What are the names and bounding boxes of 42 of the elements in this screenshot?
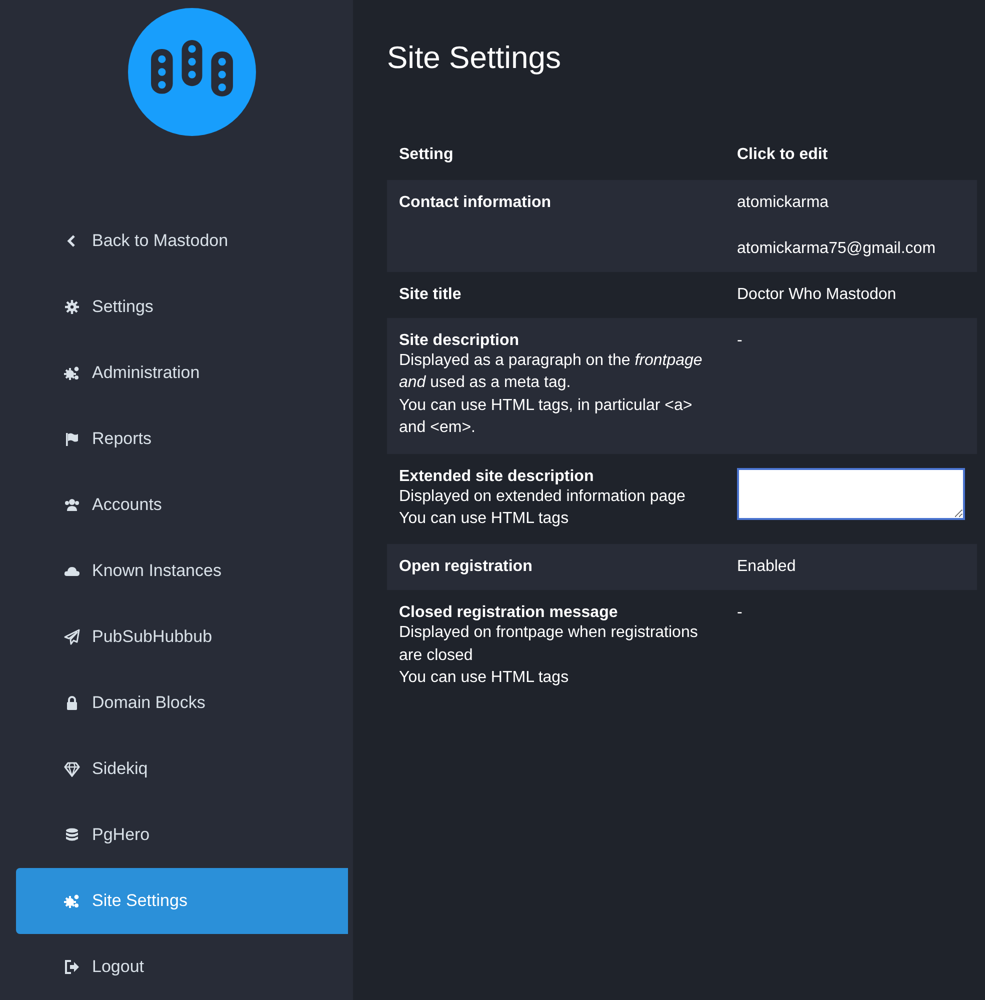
setting-label: Extended site description bbox=[399, 468, 595, 486]
setting-value[interactable]: atomickarma75@gmail.com bbox=[737, 240, 965, 258]
flag-icon bbox=[64, 431, 80, 447]
database-icon bbox=[64, 827, 80, 843]
setting-value[interactable]: - bbox=[737, 332, 965, 350]
setting-hint: You can use HTML tags, in particular <a> and <em>. bbox=[399, 396, 694, 438]
setting-label: Site description bbox=[399, 332, 520, 350]
sidebar-item[interactable]: Domain Blocks bbox=[16, 670, 348, 736]
sidebar-item[interactable]: Known Instances bbox=[16, 538, 348, 604]
sidebar-item[interactable]: Settings bbox=[16, 274, 348, 340]
users-icon bbox=[64, 497, 80, 513]
setting-label: Contact information bbox=[399, 194, 552, 212]
column-header: Click to edit bbox=[725, 130, 977, 180]
sidebar-item[interactable]: Logout bbox=[16, 934, 348, 1000]
column-header: Setting bbox=[387, 130, 725, 180]
setting-hint: Displayed as a paragraph on the frontpage and used as a meta tag. bbox=[399, 351, 704, 394]
setting-label: Site title bbox=[399, 286, 462, 304]
gears-icon bbox=[64, 365, 80, 381]
setting-hint: Displayed on frontpage when registrations are closed bbox=[399, 623, 699, 666]
page-title: Site Settings bbox=[387, 40, 562, 76]
lock-icon bbox=[64, 695, 80, 711]
setting-hint: You can use HTML tags bbox=[399, 668, 570, 688]
setting-hint: You can use HTML tags bbox=[399, 508, 570, 529]
setting-hint: Displayed on extended information page bbox=[399, 486, 686, 507]
gears-icon bbox=[64, 893, 80, 909]
setting-value[interactable]: Doctor Who Mastodon bbox=[737, 286, 965, 304]
sidebar-item[interactable]: Reports bbox=[16, 406, 348, 472]
setting-value[interactable]: - bbox=[737, 604, 965, 622]
diamond-icon bbox=[64, 761, 80, 777]
setting-value[interactable]: atomickarma bbox=[737, 194, 965, 240]
sidebar-item[interactable]: Accounts bbox=[16, 472, 348, 538]
setting-label: Closed registration message bbox=[399, 604, 619, 622]
logout-icon bbox=[64, 959, 80, 975]
sidebar-item[interactable]: Sidekiq bbox=[16, 736, 348, 802]
plane-icon bbox=[64, 629, 80, 645]
setting-label: Open registration bbox=[399, 558, 534, 576]
gear-icon bbox=[64, 299, 80, 315]
sidebar-item[interactable]: Administration bbox=[16, 340, 348, 406]
sidebar-item[interactable]: Back to Mastodon bbox=[16, 208, 348, 274]
sidebar-item[interactable]: PgHero bbox=[16, 802, 348, 868]
text-area[interactable] bbox=[737, 468, 965, 520]
sidebar-item[interactable]: PubSubHubbub bbox=[16, 604, 348, 670]
